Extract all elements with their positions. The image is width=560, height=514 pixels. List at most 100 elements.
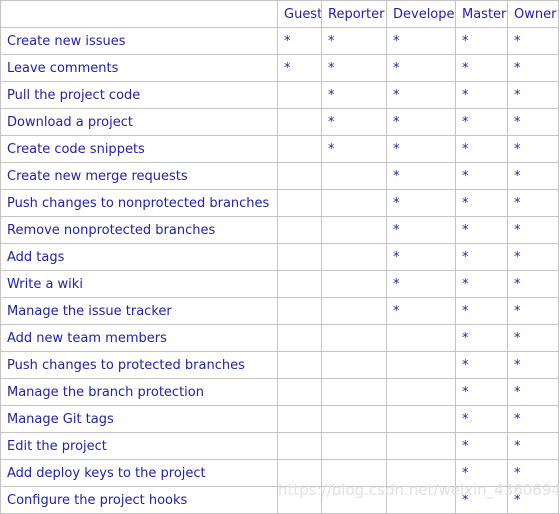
permission-cell-guest: [277, 378, 322, 406]
permission-cell-guest: [277, 486, 322, 514]
permission-cell-reporter: [321, 243, 387, 271]
permission-cell-reporter: [321, 459, 387, 487]
feature-label: Manage the issue tracker: [0, 297, 278, 325]
permission-cell-reporter: [321, 162, 387, 190]
permission-cell-developer: *: [386, 81, 456, 109]
feature-label: Write a wiki: [0, 270, 278, 298]
table-row: Manage the issue tracker * * *: [0, 297, 559, 325]
permission-cell-developer: *: [386, 216, 456, 244]
permission-cell-owner: *: [507, 189, 559, 217]
permission-cell-owner: *: [507, 486, 559, 514]
permissions-table-container: Guest Reporter Developer Master Owner Cr…: [0, 0, 560, 514]
table-row: Create new merge requests * * *: [0, 162, 559, 190]
permission-cell-master: *: [455, 135, 508, 163]
feature-label: Create new merge requests: [0, 162, 278, 190]
permission-cell-owner: *: [507, 243, 559, 271]
table-row: Manage the branch protection * *: [0, 378, 559, 406]
permission-cell-guest: *: [277, 27, 322, 55]
permission-cell-developer: *: [386, 297, 456, 325]
feature-label: Edit the project: [0, 432, 278, 460]
permission-cell-developer: *: [386, 270, 456, 298]
permission-cell-master: *: [455, 189, 508, 217]
permission-cell-owner: *: [507, 324, 559, 352]
permission-cell-master: *: [455, 351, 508, 379]
column-header-master: Master: [455, 0, 508, 28]
permission-cell-reporter: [321, 351, 387, 379]
permission-cell-reporter: *: [321, 135, 387, 163]
permission-cell-owner: *: [507, 27, 559, 55]
column-header-reporter: Reporter: [321, 0, 387, 28]
table-body: Create new issues * * * * * Leave comments * * * *…: [0, 27, 559, 514]
permission-cell-reporter: *: [321, 81, 387, 109]
permission-cell-master: *: [455, 54, 508, 82]
table-row: Create code snippets * * * *: [0, 135, 559, 163]
permission-cell-guest: [277, 243, 322, 271]
permission-cell-reporter: *: [321, 108, 387, 136]
permission-cell-master: *: [455, 432, 508, 460]
permission-cell-owner: *: [507, 405, 559, 433]
feature-label: Create new issues: [0, 27, 278, 55]
permission-cell-guest: [277, 459, 322, 487]
permission-cell-owner: *: [507, 297, 559, 325]
feature-label: Push changes to nonprotected branches: [0, 189, 278, 217]
permission-cell-reporter: [321, 216, 387, 244]
permission-cell-developer: *: [386, 54, 456, 82]
column-header-feature: [0, 0, 278, 28]
permission-cell-master: *: [455, 270, 508, 298]
permission-cell-developer: *: [386, 243, 456, 271]
permission-cell-developer: *: [386, 162, 456, 190]
table-header: Guest Reporter Developer Master Owner: [0, 0, 559, 28]
permission-cell-master: *: [455, 81, 508, 109]
table-row: Add deploy keys to the project * *: [0, 459, 559, 487]
permission-cell-guest: [277, 297, 322, 325]
feature-label: Leave comments: [0, 54, 278, 82]
feature-label: Add tags: [0, 243, 278, 271]
permission-cell-developer: *: [386, 189, 456, 217]
feature-label: Add deploy keys to the project: [0, 459, 278, 487]
permission-cell-guest: [277, 432, 322, 460]
feature-label: Remove nonprotected branches: [0, 216, 278, 244]
permission-cell-developer: [386, 378, 456, 406]
permission-cell-master: *: [455, 27, 508, 55]
table-row: Manage Git tags * *: [0, 405, 559, 433]
table-row: Write a wiki * * *: [0, 270, 559, 298]
table-row: Add tags * * *: [0, 243, 559, 271]
permission-cell-reporter: [321, 486, 387, 514]
permission-cell-master: *: [455, 243, 508, 271]
permission-cell-master: *: [455, 324, 508, 352]
permission-cell-developer: [386, 405, 456, 433]
column-header-developer: Developer: [386, 0, 456, 28]
permission-cell-owner: *: [507, 270, 559, 298]
permission-cell-developer: [386, 324, 456, 352]
feature-label: Pull the project code: [0, 81, 278, 109]
table-header-row: Guest Reporter Developer Master Owner: [0, 0, 559, 28]
permission-cell-reporter: [321, 297, 387, 325]
feature-label: Manage the branch protection: [0, 378, 278, 406]
feature-label: Create code snippets: [0, 135, 278, 163]
permission-cell-owner: *: [507, 351, 559, 379]
permission-cell-reporter: [321, 378, 387, 406]
permission-cell-guest: [277, 135, 322, 163]
permission-cell-master: *: [455, 108, 508, 136]
permission-cell-owner: *: [507, 135, 559, 163]
table-row: Remove nonprotected branches * * *: [0, 216, 559, 244]
permission-cell-guest: *: [277, 54, 322, 82]
permission-cell-owner: *: [507, 216, 559, 244]
permission-cell-master: *: [455, 216, 508, 244]
table-row: Create new issues * * * * *: [0, 27, 559, 55]
column-header-guest: Guest: [277, 0, 322, 28]
permission-cell-owner: *: [507, 162, 559, 190]
permission-cell-reporter: [321, 432, 387, 460]
permission-cell-developer: [386, 486, 456, 514]
table-row: Push changes to protected branches * *: [0, 351, 559, 379]
permission-cell-master: *: [455, 162, 508, 190]
feature-label: Download a project: [0, 108, 278, 136]
permission-cell-master: *: [455, 459, 508, 487]
permissions-table: Guest Reporter Developer Master Owner Cr…: [0, 0, 559, 514]
permission-cell-developer: [386, 432, 456, 460]
permission-cell-master: *: [455, 297, 508, 325]
table-row: Leave comments * * * * *: [0, 54, 559, 82]
feature-label: Add new team members: [0, 324, 278, 352]
permission-cell-master: *: [455, 378, 508, 406]
permission-cell-guest: [277, 108, 322, 136]
